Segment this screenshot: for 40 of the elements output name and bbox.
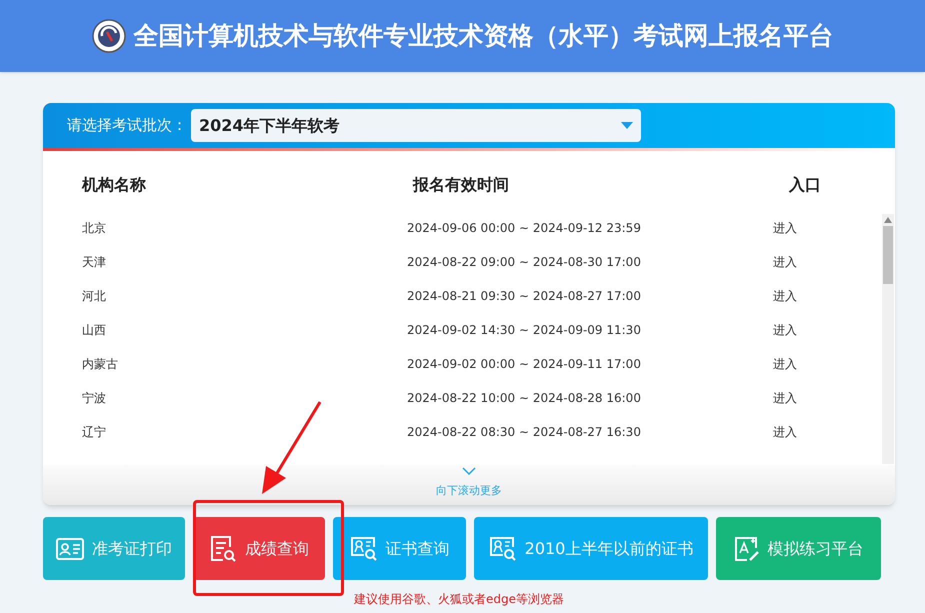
certificate-search-icon (488, 536, 517, 562)
enter-link[interactable]: 进入 (773, 255, 797, 269)
enter-link[interactable]: 进入 (773, 323, 797, 337)
enter-link[interactable]: 进入 (773, 289, 797, 303)
dropdown-caret-icon (621, 122, 633, 129)
enter-link[interactable]: 进入 (773, 221, 797, 235)
column-header: 入口 (789, 175, 821, 194)
region-name: 宁波 (82, 391, 106, 405)
site-title: 全国计算机技术与软件专业技术资格（水平）考试网上报名平台 (134, 20, 834, 52)
logo-icon (92, 19, 126, 53)
region-name: 天津 (82, 255, 106, 269)
region-name: 北京 (82, 221, 106, 235)
registration-period: 2024-09-02 00:00 ~ 2024-09-11 17:00 (407, 357, 641, 371)
enter-link[interactable]: 进入 (773, 391, 797, 405)
registration-period: 2024-09-02 14:30 ~ 2024-09-09 11:30 (407, 323, 641, 337)
registration-period: 2024-08-21 09:30 ~ 2024-08-27 17:00 (407, 289, 641, 303)
registration-period: 2024-08-22 08:30 ~ 2024-08-27 16:30 (407, 425, 641, 439)
enter-link[interactable]: 进入 (773, 425, 797, 439)
registration-period: 2024-08-22 09:00 ~ 2024-08-30 17:00 (407, 255, 641, 269)
registration-period: 2024-08-22 10:00 ~ 2024-08-28 16:00 (407, 391, 641, 405)
column-header: 报名有效时间 (413, 175, 509, 194)
batch-label: 请选择考试批次： (67, 115, 187, 136)
region-name: 河北 (82, 289, 106, 303)
registration-period: 2024-09-06 00:00 ~ 2024-09-12 23:59 (407, 221, 641, 235)
enter-link[interactable]: 进入 (773, 357, 797, 371)
nav-button[interactable]: 成绩查询 (193, 517, 325, 580)
id-card-icon (56, 538, 84, 560)
browser-note: 建议使用谷歌、火狐或者edge等浏览器 (353, 591, 565, 608)
region-name: 内蒙古 (82, 357, 118, 371)
chevron-down-icon (462, 467, 476, 475)
batch-select[interactable]: 2024年下半年软考 (191, 109, 641, 142)
scrollbar[interactable] (882, 214, 894, 464)
region-name: 山西 (82, 323, 106, 337)
column-header: 机构名称 (82, 175, 146, 194)
scrollbar-thumb[interactable] (883, 226, 893, 284)
region-name: 辽宁 (82, 425, 106, 439)
document-search-icon (209, 534, 237, 562)
edit-document-icon (734, 536, 760, 562)
certificate-search-icon (350, 536, 378, 562)
scroll-up-icon[interactable] (884, 217, 892, 223)
